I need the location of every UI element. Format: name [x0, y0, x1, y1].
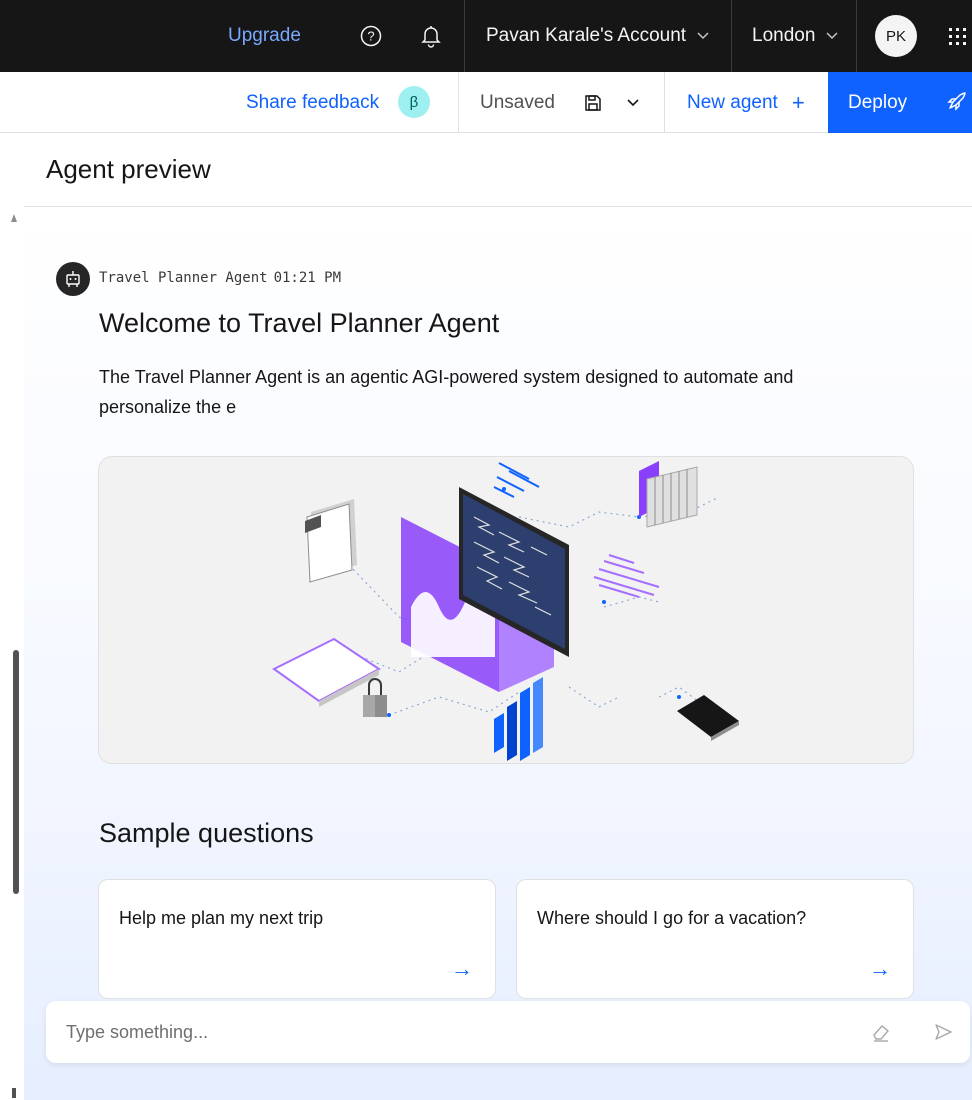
- arrow-right-icon: →: [869, 956, 891, 981]
- account-label: Pavan Karale's Account: [486, 25, 687, 46]
- chevron-down-icon: [696, 25, 710, 47]
- sample-question-card[interactable]: Help me plan my next trip →: [98, 879, 496, 999]
- help-icon[interactable]: ?: [360, 0, 382, 72]
- region-label: London: [752, 25, 816, 46]
- message-meta: Travel Planner Agent 01:21 PM: [99, 270, 341, 286]
- message-composer: [46, 1001, 970, 1063]
- new-agent-button[interactable]: New agent +: [687, 72, 805, 133]
- save-status: Unsaved: [480, 91, 555, 113]
- chevron-down-icon: [825, 25, 839, 47]
- message-time: 01:21 PM: [273, 270, 342, 286]
- share-feedback-link[interactable]: Share feedback: [246, 72, 379, 133]
- new-agent-label: New agent: [687, 91, 778, 113]
- eraser-icon[interactable]: [870, 1021, 892, 1048]
- scroll-marker: [12, 1088, 16, 1098]
- beta-badge: β: [398, 86, 430, 118]
- plus-icon: +: [791, 89, 805, 115]
- welcome-heading: Welcome to Travel Planner Agent: [99, 308, 500, 338]
- arrow-right-icon: →: [451, 956, 473, 981]
- collapse-handle-icon[interactable]: [11, 214, 17, 222]
- chevron-down-icon[interactable]: [626, 72, 640, 133]
- sample-question-text: Help me plan my next trip: [119, 908, 324, 928]
- scrollbar[interactable]: [13, 650, 19, 894]
- top-nav-bar: Upgrade ? Pavan Karale's Account London …: [0, 0, 972, 72]
- save-icon[interactable]: [584, 72, 602, 133]
- deploy-label: Deploy: [848, 91, 908, 113]
- upgrade-link[interactable]: Upgrade: [228, 0, 301, 72]
- sample-question-card[interactable]: Where should I go for a vacation? →: [516, 879, 914, 999]
- deploy-button[interactable]: Deploy: [828, 72, 972, 133]
- user-avatar[interactable]: PK: [875, 15, 917, 57]
- send-icon[interactable]: [932, 1021, 954, 1048]
- message-input[interactable]: [66, 1001, 846, 1063]
- svg-text:?: ?: [367, 29, 374, 44]
- bot-avatar-icon: [56, 262, 90, 296]
- panel-header: Agent preview: [24, 133, 972, 207]
- message-sender: Travel Planner Agent: [99, 270, 268, 286]
- rocket-icon: [944, 90, 968, 120]
- left-rail: [0, 133, 24, 1100]
- bell-icon[interactable]: [420, 0, 442, 72]
- welcome-description: The Travel Planner Agent is an agentic A…: [99, 367, 794, 417]
- panel-title: Agent preview: [46, 154, 211, 184]
- account-switcher[interactable]: Pavan Karale's Account: [486, 0, 710, 72]
- agent-toolbar: Share feedback β Unsaved New agent + Dep…: [0, 72, 972, 133]
- sample-questions-title: Sample questions: [99, 818, 314, 848]
- app-switcher-icon[interactable]: [946, 0, 968, 72]
- region-switcher[interactable]: London: [752, 0, 839, 72]
- hero-illustration: [98, 456, 914, 764]
- sample-question-text: Where should I go for a vacation?: [537, 908, 807, 928]
